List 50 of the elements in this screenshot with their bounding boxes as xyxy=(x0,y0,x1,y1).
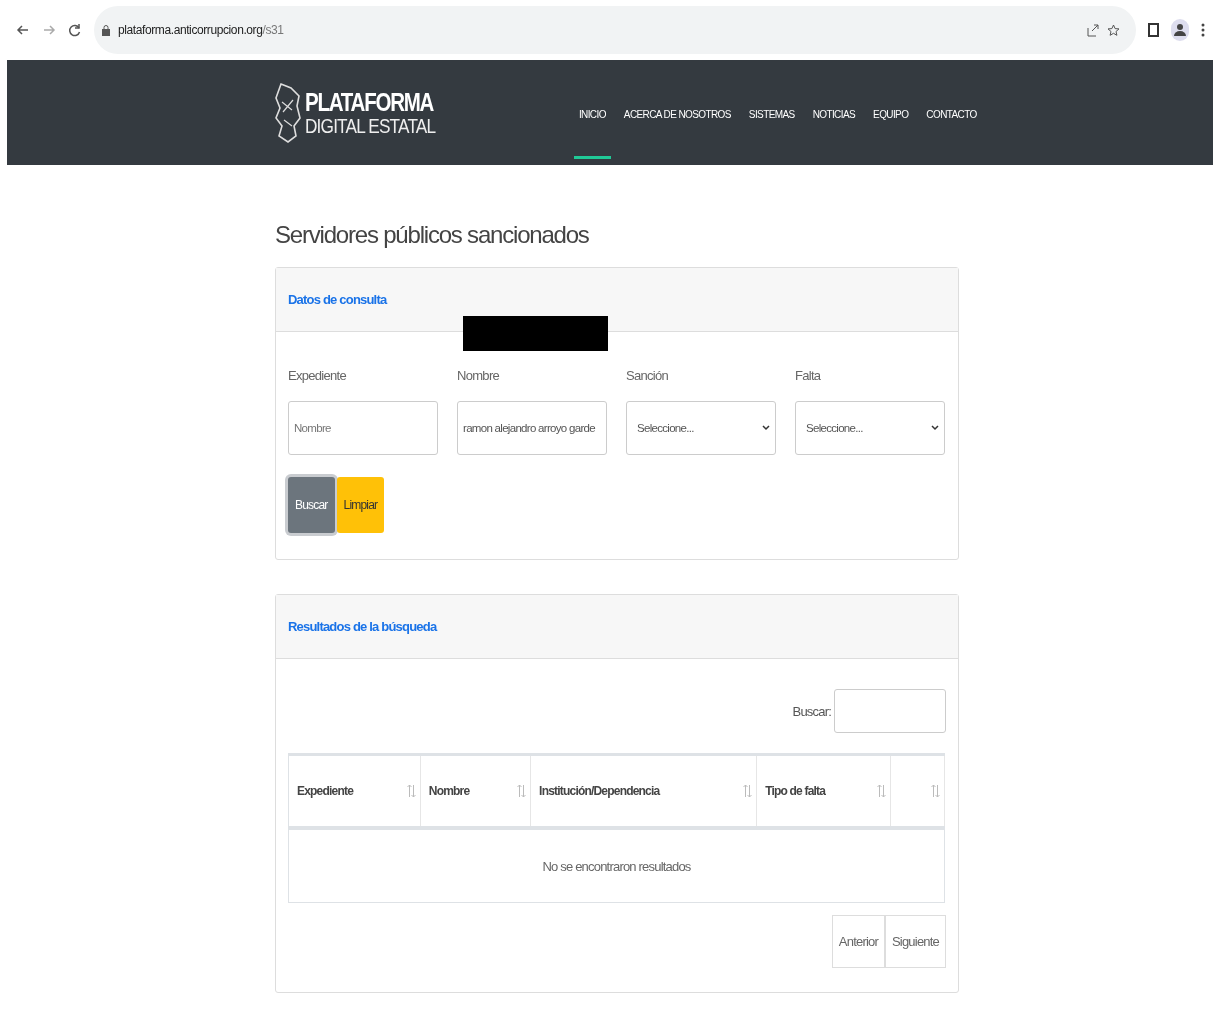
pagination-link[interactable]: Siguiente xyxy=(885,915,946,968)
nav-link[interactable]: SISTEMAS xyxy=(743,66,800,159)
input-field[interactable]: Nombre xyxy=(288,401,438,455)
nav-link[interactable]: INICIO xyxy=(573,66,611,159)
lock-icon xyxy=(102,24,110,36)
card-title: Resultados de la búsqueda xyxy=(288,619,437,634)
chevron-down-icon xyxy=(762,425,770,431)
forward-icon[interactable] xyxy=(42,23,56,37)
back-icon[interactable] xyxy=(16,23,30,37)
search-label: Buscar: xyxy=(792,703,831,719)
field-label: Nombre xyxy=(457,368,501,383)
nav-link[interactable]: EQUIPO xyxy=(868,66,914,159)
map-icon xyxy=(275,81,301,144)
field-label: Sanción xyxy=(626,368,670,383)
clear-button[interactable]: Limpiar xyxy=(336,477,385,533)
menu-icon[interactable] xyxy=(1201,23,1205,37)
sort-icon[interactable] xyxy=(406,784,416,798)
input-field[interactable]: ramon alejandro arroyo garde xyxy=(457,401,607,455)
field-label: Falta xyxy=(795,368,822,383)
sort-icon[interactable] xyxy=(877,784,887,798)
star-icon[interactable] xyxy=(1107,23,1120,37)
search-field[interactable] xyxy=(834,689,946,733)
url-text: plataforma.anticorrupcion.org/s31 xyxy=(118,23,284,37)
select-field[interactable]: Seleccione... xyxy=(795,401,945,455)
sort-icon[interactable] xyxy=(517,784,527,798)
chevron-down-icon xyxy=(931,425,939,431)
sidebar-icon[interactable] xyxy=(1148,23,1159,37)
empty-message: No se encontraron resultados xyxy=(288,828,945,903)
column-header[interactable] xyxy=(890,754,945,828)
column-header[interactable]: Expediente xyxy=(288,754,421,828)
reload-icon[interactable] xyxy=(68,23,82,37)
nav-link[interactable]: ACERCA DE NOSOTROS xyxy=(618,66,736,159)
column-header[interactable]: Tipo de falta xyxy=(756,754,891,828)
page-title: Servidores públicos sancionados xyxy=(275,221,590,249)
column-header[interactable]: Nombre xyxy=(420,754,531,828)
card-title: Datos de consulta xyxy=(288,292,387,307)
column-header[interactable]: Institución/Dependencia xyxy=(530,754,757,828)
brand-subtitle: DIGITAL ESTATAL xyxy=(305,114,436,136)
select-field[interactable]: Seleccione... xyxy=(626,401,776,455)
address-bar[interactable]: plataforma.anticorrupcion.org/s31 xyxy=(94,6,1136,54)
share-icon[interactable] xyxy=(1086,23,1099,37)
field-label: Expediente xyxy=(288,368,348,383)
profile-icon[interactable] xyxy=(1171,19,1189,41)
sort-icon[interactable] xyxy=(931,784,940,798)
pagination-link[interactable]: Anterior xyxy=(831,915,885,968)
search-button[interactable]: Buscar xyxy=(288,477,335,533)
nav-link[interactable]: NOTICIAS xyxy=(807,66,861,159)
sort-icon[interactable] xyxy=(743,784,753,798)
brand-title: PLATAFORMA xyxy=(305,89,435,115)
nav-link[interactable]: CONTACTO xyxy=(921,66,982,159)
